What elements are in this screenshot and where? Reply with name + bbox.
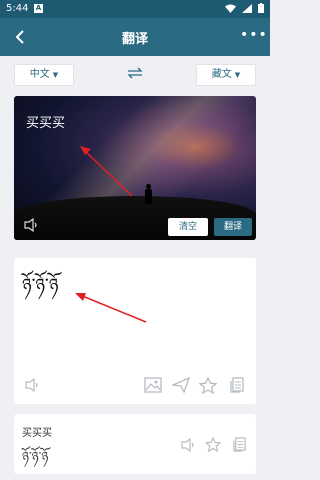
app-bar: 翻译 ••• — [0, 18, 270, 56]
speaker-icon — [24, 217, 37, 233]
speaker-icon — [181, 437, 194, 453]
star-icon — [204, 436, 222, 453]
translate-button[interactable]: 翻译 — [214, 218, 252, 236]
result-speaker-button[interactable] — [22, 374, 44, 396]
image-button[interactable] — [142, 374, 164, 396]
send-button[interactable] — [170, 374, 192, 396]
person-silhouette — [145, 184, 152, 204]
history-source-text: 买买买 — [22, 428, 52, 439]
favorite-button[interactable] — [197, 374, 219, 396]
source-text-input[interactable]: 买买买 — [26, 112, 65, 131]
notification-app-icon: A — [34, 4, 43, 13]
swap-arrows-icon — [127, 67, 143, 79]
copy-icon — [232, 437, 246, 452]
language-selector: 中文 ▼ 藏文 ▼ — [0, 64, 270, 90]
history-speaker-button[interactable] — [178, 434, 200, 456]
clear-button[interactable]: 清空 — [168, 218, 208, 236]
target-language-dropdown[interactable]: 藏文 ▼ — [196, 64, 256, 86]
star-icon — [198, 376, 218, 395]
copy-icon — [230, 377, 244, 393]
source-speaker-button[interactable] — [24, 217, 42, 234]
caret-down-icon: ▼ — [52, 71, 59, 79]
source-language-label: 中文 — [29, 69, 50, 80]
input-panel[interactable]: 买买买 清空 翻译 — [14, 96, 256, 240]
signal-icon — [242, 3, 252, 13]
status-time: 5:44 — [6, 3, 29, 14]
history-copy-button[interactable] — [228, 434, 250, 456]
swap-languages-button[interactable] — [124, 66, 146, 84]
image-icon — [144, 377, 162, 393]
translation-result-card: ཉོ་ཉོ་ཉོ — [14, 258, 256, 404]
copy-button[interactable] — [226, 374, 248, 396]
history-favorite-button[interactable] — [202, 434, 224, 456]
wifi-icon — [225, 4, 236, 13]
person-body — [145, 189, 152, 204]
history-translation-text: ཉོ་ཉོ་ཉོ — [22, 450, 49, 465]
page-title: 翻译 — [121, 32, 148, 47]
send-icon — [170, 376, 191, 394]
speaker-icon — [25, 377, 38, 393]
source-language-dropdown[interactable]: 中文 ▼ — [14, 64, 74, 86]
history-item[interactable]: 买买买 ཉོ་ཉོ་ཉོ — [14, 414, 256, 474]
status-bar: 5:44 A — [0, 0, 270, 18]
translation-result-text: ཉོ་ཉོ་ཉོ — [22, 275, 59, 296]
target-language-label: 藏文 — [211, 69, 232, 80]
more-button[interactable]: ••• — [240, 26, 267, 48]
caret-down-icon: ▼ — [234, 71, 241, 79]
system-icons — [225, 3, 264, 13]
more-icon: ••• — [240, 27, 268, 43]
battery-icon — [258, 3, 264, 13]
